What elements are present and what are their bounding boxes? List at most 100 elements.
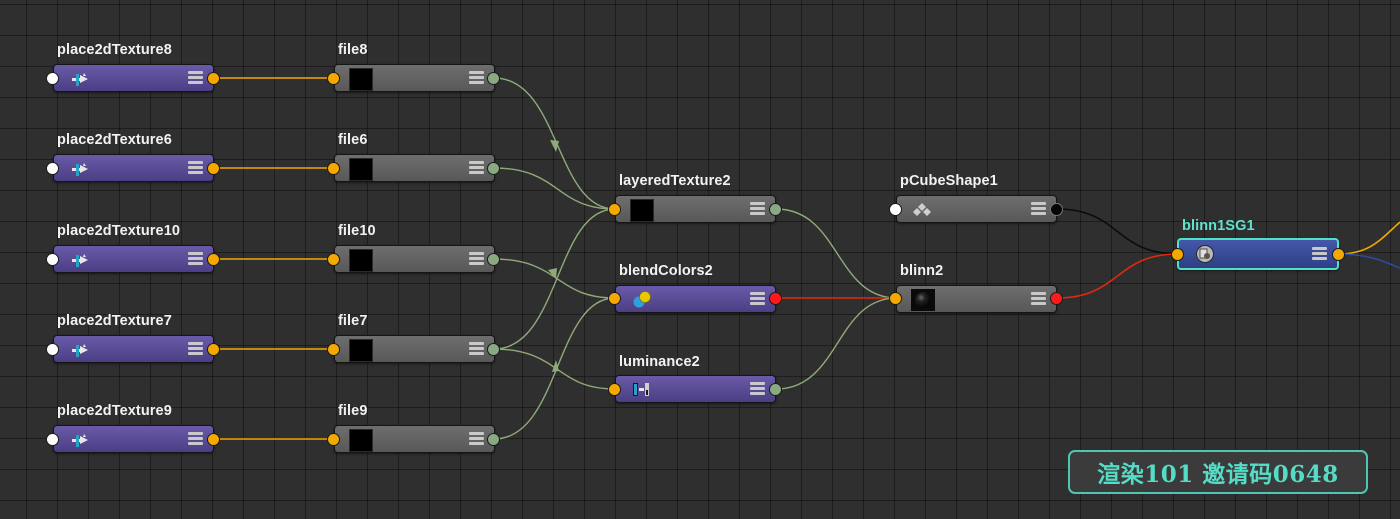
wire-arrow <box>548 268 557 279</box>
node-title: place2dTexture10 <box>57 223 181 239</box>
attribute-menu-icon[interactable] <box>1031 292 1046 307</box>
wire-arrow <box>550 140 559 152</box>
node-title: luminance2 <box>619 354 700 370</box>
node-body[interactable] <box>53 245 214 273</box>
wire-blinn2-blinn1SG1 <box>1056 253 1179 299</box>
output-port[interactable] <box>207 162 220 175</box>
node-title: file9 <box>338 403 368 419</box>
wire-blinn1SG1-offscreen-2 <box>1337 253 1400 269</box>
blinn-sphere-icon <box>911 289 935 311</box>
node-body[interactable] <box>53 335 214 363</box>
output-port[interactable] <box>207 433 220 446</box>
attribute-menu-icon[interactable] <box>188 161 203 176</box>
input-port[interactable] <box>608 292 621 305</box>
input-port[interactable] <box>327 162 340 175</box>
input-port[interactable] <box>327 72 340 85</box>
output-port[interactable] <box>207 343 220 356</box>
wire-luminance2-blinn2 <box>775 297 898 390</box>
node-title: place2dTexture7 <box>57 313 172 329</box>
node-title: file7 <box>338 313 368 329</box>
attribute-menu-icon[interactable] <box>469 161 484 176</box>
attribute-menu-icon[interactable] <box>469 432 484 447</box>
attribute-menu-icon[interactable] <box>1312 247 1327 262</box>
attribute-menu-icon[interactable] <box>188 342 203 357</box>
node-body[interactable] <box>334 64 495 92</box>
attribute-menu-icon[interactable] <box>469 71 484 86</box>
node-editor-canvas[interactable]: place2dTexture8 place2dTexture6 place2dT… <box>0 0 1400 519</box>
wire-file8-layeredTexture2 <box>493 77 616 210</box>
luminance-icon <box>633 383 649 396</box>
attribute-menu-icon[interactable] <box>188 432 203 447</box>
wire-arrow <box>552 360 559 372</box>
node-title: place2dTexture6 <box>57 132 172 148</box>
input-port[interactable] <box>46 162 59 175</box>
output-port[interactable] <box>769 383 782 396</box>
output-port[interactable] <box>487 253 500 266</box>
node-body[interactable] <box>615 375 776 403</box>
output-port[interactable] <box>769 292 782 305</box>
wire-file6-layeredTexture2 <box>493 167 616 210</box>
node-title: place2dTexture8 <box>57 42 172 58</box>
wire-layeredTexture2-blinn2 <box>775 208 898 299</box>
node-body[interactable] <box>615 285 776 313</box>
watermark-badge: 渲染101 邀请码0648 <box>1068 450 1368 494</box>
output-port[interactable] <box>487 72 500 85</box>
attribute-menu-icon[interactable] <box>750 202 765 217</box>
attribute-menu-icon[interactable] <box>1031 202 1046 217</box>
output-port[interactable] <box>487 162 500 175</box>
input-port[interactable] <box>1171 248 1184 261</box>
wire-file7-luminance2 <box>493 348 616 390</box>
input-port[interactable] <box>46 253 59 266</box>
input-port[interactable] <box>46 343 59 356</box>
texture-swatch <box>349 429 373 452</box>
attribute-menu-icon[interactable] <box>750 292 765 307</box>
node-body[interactable] <box>896 195 1057 223</box>
output-port[interactable] <box>487 433 500 446</box>
attribute-menu-icon[interactable] <box>188 252 203 267</box>
input-port[interactable] <box>889 292 902 305</box>
output-port[interactable] <box>487 343 500 356</box>
place2d-icon <box>72 344 88 357</box>
texture-swatch <box>349 339 373 362</box>
node-body[interactable] <box>615 195 776 223</box>
input-port[interactable] <box>46 433 59 446</box>
node-body[interactable] <box>53 425 214 453</box>
texture-swatch <box>349 68 373 91</box>
node-title: blinn1SG1 <box>1182 218 1255 234</box>
attribute-menu-icon[interactable] <box>750 382 765 397</box>
node-body[interactable] <box>896 285 1057 313</box>
input-port[interactable] <box>889 203 902 216</box>
output-port[interactable] <box>1050 292 1063 305</box>
node-title: file6 <box>338 132 368 148</box>
node-title: place2dTexture9 <box>57 403 172 419</box>
node-body[interactable] <box>334 245 495 273</box>
node-body[interactable] <box>334 335 495 363</box>
texture-swatch <box>349 249 373 272</box>
wire-file7-layeredTexture2 <box>493 208 616 350</box>
output-port[interactable] <box>1050 203 1063 216</box>
node-body[interactable] <box>53 64 214 92</box>
node-body[interactable] <box>334 154 495 182</box>
output-port[interactable] <box>1332 248 1345 261</box>
place2d-icon <box>72 434 88 447</box>
node-body[interactable] <box>53 154 214 182</box>
input-port[interactable] <box>327 433 340 446</box>
node-title: file8 <box>338 42 368 58</box>
wire-blinn1SG1-offscreen-1 <box>1337 221 1400 255</box>
node-body[interactable] <box>1177 238 1339 270</box>
output-port[interactable] <box>207 253 220 266</box>
wire-file10-blendColors2 <box>493 258 616 299</box>
node-body[interactable] <box>334 425 495 453</box>
output-port[interactable] <box>769 203 782 216</box>
input-port[interactable] <box>46 72 59 85</box>
attribute-menu-icon[interactable] <box>469 342 484 357</box>
input-port[interactable] <box>608 383 621 396</box>
output-port[interactable] <box>207 72 220 85</box>
place2d-icon <box>72 163 88 176</box>
input-port[interactable] <box>327 253 340 266</box>
input-port[interactable] <box>327 343 340 356</box>
place2d-icon <box>72 254 88 267</box>
input-port[interactable] <box>608 203 621 216</box>
attribute-menu-icon[interactable] <box>469 252 484 267</box>
attribute-menu-icon[interactable] <box>188 71 203 86</box>
